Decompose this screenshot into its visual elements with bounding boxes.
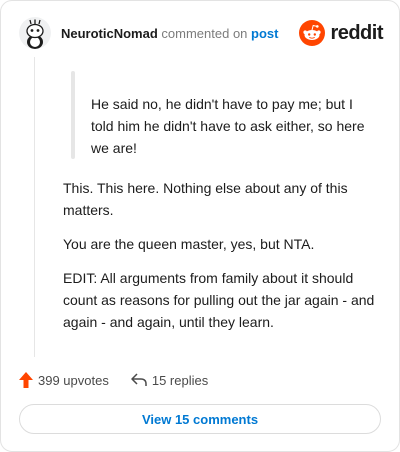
comment-paragraph-3: EDIT: All arguments from family about it… [63,270,375,330]
snoo-avatar-icon [19,17,51,49]
avatar[interactable] [19,17,51,49]
reddit-wordmark: reddit [330,21,383,44]
comment-paragraph-2: You are the queen master, yes, but NTA. [63,236,315,252]
reply-arrow-icon [131,373,147,386]
thread-line [34,57,35,357]
quoted-text-block: He said no, he didn't have to pay me; bu… [71,71,371,159]
embedded-comment-card: NeuroticNomad commented on post reddit H… [0,0,400,452]
comment-header: NeuroticNomad commented on post reddit [19,17,383,51]
comment-paragraph-1: This. This here. Nothing else about any … [63,180,348,218]
upvote-button[interactable]: 399 upvotes [19,372,109,388]
post-link[interactable]: post [251,26,278,41]
upvote-count: 399 upvotes [38,372,109,388]
view-comments-button[interactable]: View 15 comments [19,404,381,434]
quote-text: He said no, he didn't have to pay me; bu… [91,96,365,156]
comment-actions: 399 upvotes 15 replies [19,369,208,391]
author-username[interactable]: NeuroticNomad [61,26,158,41]
reddit-snoo-icon [299,20,326,46]
upvote-arrow-icon [19,372,33,388]
comment-byline: NeuroticNomad commented on post [61,26,279,42]
commented-on-text: commented on [161,26,248,41]
reply-count: 15 replies [151,372,209,388]
reddit-logo[interactable]: reddit [299,20,383,46]
quote-bar [71,71,75,159]
replies-button[interactable]: 15 replies [131,373,208,388]
